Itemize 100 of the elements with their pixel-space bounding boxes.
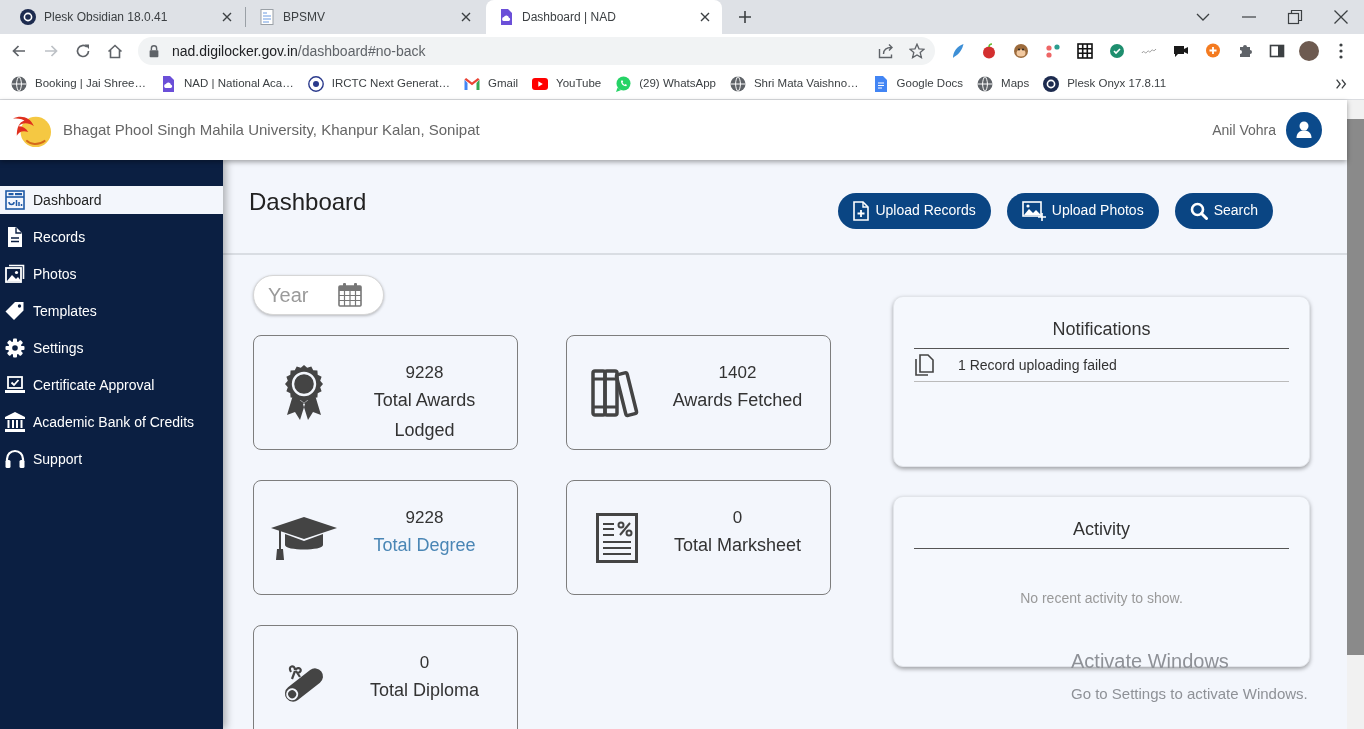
stat-value: 9228: [405, 362, 444, 384]
lock-icon[interactable]: [147, 43, 161, 59]
close-icon[interactable]: [1333, 9, 1349, 25]
circle-check-icon[interactable]: [1109, 43, 1125, 59]
bookmark-link[interactable]: IRCTC Next Generat…: [300, 70, 457, 97]
cloud-document-icon: [498, 9, 514, 25]
circle-logo-icon: [20, 9, 36, 25]
dashboard-icon: [5, 190, 25, 210]
images-icon: [5, 264, 25, 284]
close-tab-icon[interactable]: [459, 10, 473, 24]
stat-value: 0: [419, 652, 430, 674]
notification-text: 1 Record uploading failed: [958, 355, 1117, 375]
plus-circle-icon[interactable]: [1205, 43, 1221, 59]
stat-link[interactable]: Total Degree: [373, 530, 476, 560]
emblem-icon: [307, 75, 324, 92]
globe-icon: [729, 75, 746, 92]
restore-icon[interactable]: [1287, 9, 1303, 25]
browser-tab[interactable]: Plesk Obsidian 18.0.41: [8, 0, 244, 34]
bookmark-link[interactable]: NAD | National Aca…: [153, 70, 301, 97]
sidebar-link[interactable]: Records: [0, 223, 223, 251]
search-button[interactable]: Search: [1174, 192, 1273, 229]
page-title: Dashboard: [249, 188, 367, 217]
dots-icon[interactable]: [1045, 43, 1061, 59]
document-icon: [259, 9, 275, 25]
sidebar-link[interactable]: Dashboard: [0, 186, 223, 214]
document-icon: [872, 75, 889, 92]
address-bar[interactable]: nad.digilocker.gov.in/dashboard#no-back: [138, 37, 935, 65]
close-tab-icon[interactable]: [220, 10, 234, 24]
sidebar-link[interactable]: Academic Bank of Credits: [0, 408, 223, 436]
chat-phone-icon: [615, 75, 632, 92]
home-icon[interactable]: [107, 43, 123, 59]
browser-tab[interactable]: BPSMV: [247, 0, 483, 34]
sidebar-link[interactable]: Templates: [0, 297, 223, 325]
panel-title: Activity: [1073, 519, 1130, 539]
bookmark-star-icon[interactable]: [909, 43, 925, 59]
grid-icon[interactable]: [1077, 43, 1093, 59]
activation-text: Go to Settings to activate Windows.: [1071, 685, 1308, 703]
upload-button[interactable]: Upload Photos: [1006, 192, 1159, 229]
bookmark-link[interactable]: YouTube: [525, 70, 609, 97]
close-tab-icon[interactable]: [698, 10, 712, 24]
headphones-icon: [5, 449, 25, 469]
avatar-placeholder[interactable]: [1299, 41, 1319, 61]
stat-value: 0: [732, 507, 743, 529]
extensions-icon[interactable]: [1237, 43, 1253, 59]
globe-icon: [977, 75, 994, 92]
user-name: Anil Vohra: [1212, 120, 1276, 140]
more-bookmarks-icon[interactable]: [1334, 76, 1348, 91]
percent-document-icon: [596, 512, 638, 563]
bookmark-link[interactable]: Plesk Onyx 17.8.11: [1036, 70, 1174, 97]
upload-button[interactable]: Upload Records: [838, 192, 991, 229]
tab-title: BPSMV: [283, 9, 326, 26]
bookmark-link[interactable]: Gmail: [457, 70, 526, 97]
settings-icon: [5, 338, 25, 358]
stat-label: Total Awards Lodged: [372, 389, 477, 442]
more-menu-icon[interactable]: [1339, 43, 1343, 59]
bookmark-link[interactable]: Booking | Jai Shree…: [4, 70, 154, 97]
bookmark-link[interactable]: (29) WhatsApp: [608, 70, 723, 97]
cloud-document-icon: [160, 75, 177, 92]
play-icon: [532, 75, 549, 92]
activation-title: Activate Windows: [1071, 650, 1229, 672]
university-name: Bhagat Phool Singh Mahila University, Khanpur Kalan, Sonipat: [63, 119, 480, 140]
award-rosette-icon: [284, 365, 324, 420]
tag-icon: [5, 301, 25, 321]
reload-icon[interactable]: [75, 43, 91, 59]
bookmark-link[interactable]: Maps: [970, 70, 1037, 97]
new-tab-icon[interactable]: [738, 10, 752, 24]
video-chat-icon[interactable]: [1173, 43, 1189, 59]
envelope-icon: [464, 75, 480, 92]
empty-message: No recent activity to show.: [1020, 590, 1183, 606]
stat-label: Awards Fetched: [672, 389, 803, 412]
bookmark-link[interactable]: Shri Mata Vaishno…: [722, 70, 866, 97]
sidebar-link[interactable]: Support: [0, 445, 223, 473]
url-text: nad.digilocker.gov.in/dashboard#no-back: [172, 41, 426, 61]
bookmark-link[interactable]: Google Docs: [865, 70, 971, 97]
bank-icon: [5, 412, 25, 432]
circle-logo-icon: [1043, 75, 1060, 92]
back-arrow-icon[interactable]: [11, 43, 27, 59]
tab-title: Dashboard | NAD: [522, 9, 617, 26]
file-plus-icon: [853, 200, 870, 221]
globe-icon: [11, 75, 27, 92]
side-panel-icon[interactable]: [1269, 43, 1285, 59]
browser-tab[interactable]: Dashboard | NAD: [486, 0, 722, 34]
stat-value: 9228: [405, 507, 444, 529]
apple-icon[interactable]: [981, 43, 997, 59]
sidebar-link[interactable]: Settings: [0, 334, 223, 362]
file-icon: [5, 227, 25, 247]
user-avatar-icon[interactable]: [1286, 112, 1322, 148]
year-field[interactable]: Year: [253, 275, 384, 315]
sidebar-link[interactable]: Photos: [0, 260, 223, 288]
share-icon[interactable]: [878, 43, 894, 59]
documents-icon: [914, 354, 934, 376]
stat-label: Total Diploma: [369, 679, 479, 702]
image-plus-icon: [1021, 200, 1046, 221]
tab-title: Plesk Obsidian 18.0.41: [44, 9, 169, 26]
calendar-icon[interactable]: [338, 283, 362, 307]
stat-value: 1402: [718, 362, 757, 384]
laptop-check-icon: [5, 375, 25, 395]
sidebar-link[interactable]: Certificate Approval: [0, 371, 223, 399]
stat-label: Total Marksheet: [673, 534, 802, 557]
monkey-face-icon[interactable]: [1013, 43, 1029, 59]
